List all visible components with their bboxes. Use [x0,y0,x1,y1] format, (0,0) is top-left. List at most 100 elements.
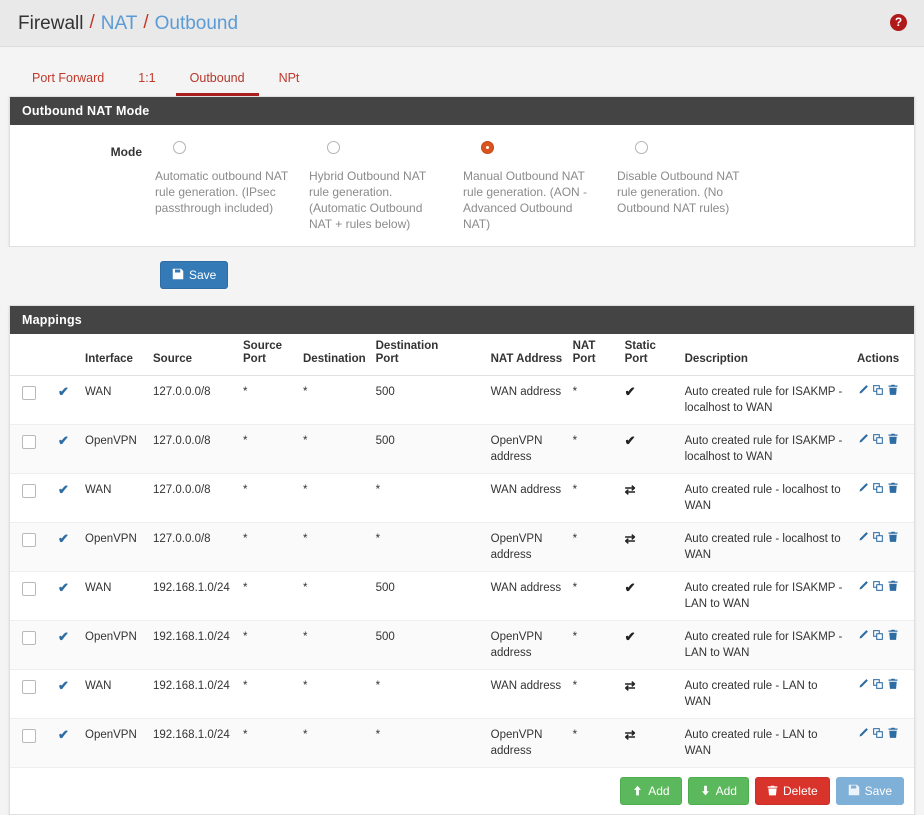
row-select-cell[interactable] [10,473,53,523]
table-row[interactable]: ✔ OpenVPN 192.168.1.0/24 * * 500 OpenVPN addre… [10,620,914,670]
row-select-cell[interactable] [10,620,53,670]
table-row[interactable]: ✔ OpenVPN 127.0.0.0/8 * * * OpenVPN address * ⇄ A… [10,522,914,572]
edit-pencil-icon[interactable] [857,384,869,396]
row-checkbox[interactable] [22,533,36,547]
cell-source: 127.0.0.0/8 [148,424,238,474]
row-enabled-cell[interactable]: ✔ [53,424,80,474]
row-checkbox[interactable] [22,582,36,596]
row-enabled-cell[interactable]: ✔ [53,375,80,425]
cell-nat-address: OpenVPN address [485,620,568,670]
edit-pencil-icon[interactable] [857,678,869,690]
table-row[interactable]: ✔ OpenVPN 127.0.0.0/8 * * 500 OpenVPN address *… [10,424,914,474]
rule-enabled-icon: ✔ [58,482,69,497]
help-circle-icon[interactable]: ? [890,14,907,31]
cell-actions [852,669,914,719]
table-row[interactable]: ✔ OpenVPN 192.168.1.0/24 * * * OpenVPN address… [10,718,914,768]
delete-rules-button[interactable]: Delete [754,777,830,805]
cell-interface: OpenVPN [80,718,148,768]
row-checkbox[interactable] [22,631,36,645]
trash-icon[interactable] [887,727,899,739]
row-enabled-cell[interactable]: ✔ [53,571,80,621]
edit-pencil-icon[interactable] [857,629,869,641]
add-rule-bottom-button[interactable]: Add [687,777,749,805]
row-select-cell[interactable] [10,522,53,572]
row-checkbox[interactable] [22,435,36,449]
copy-icon[interactable] [872,531,884,543]
copy-icon[interactable] [872,727,884,739]
table-row[interactable]: ✔ WAN 127.0.0.0/8 * * 500 WAN address * ✔ Auto cr… [10,375,914,425]
trash-icon[interactable] [887,482,899,494]
row-enabled-cell[interactable]: ✔ [53,669,80,719]
copy-icon[interactable] [872,580,884,592]
save-mappings-label: Save [864,784,892,798]
mappings-table-body: ✔ WAN 127.0.0.0/8 * * 500 WAN address * ✔ Auto cr… [10,375,914,768]
save-mappings-button[interactable]: Save [835,777,904,805]
copy-icon[interactable] [872,433,884,445]
row-enabled-cell[interactable]: ✔ [53,473,80,523]
tab-port-forward[interactable]: Port Forward [18,71,118,96]
table-row[interactable]: ✔ WAN 192.168.1.0/24 * * * WAN address * ⇄ Auto c… [10,669,914,719]
trash-icon[interactable] [887,580,899,592]
mode-option-automatic-desc: Automatic outbound NAT rule generation. … [155,169,288,215]
trash-icon[interactable] [887,531,899,543]
copy-icon[interactable] [872,678,884,690]
row-select-cell[interactable] [10,375,53,425]
cell-source: 127.0.0.0/8 [148,473,238,523]
row-enabled-cell[interactable]: ✔ [53,522,80,572]
radio-disable-outbound-nat[interactable] [635,141,648,154]
cell-destination: * [298,669,371,719]
copy-icon[interactable] [872,629,884,641]
trash-icon[interactable] [887,678,899,690]
breadcrumb-link-nat[interactable]: NAT [101,14,138,33]
rule-enabled-icon: ✔ [58,433,69,448]
outbound-nat-mode-body: Mode Automatic outbound NAT rule generat… [10,125,914,246]
radio-hybrid-outbound-nat[interactable] [327,141,340,154]
cell-source-port: * [238,718,298,768]
tab-npt[interactable]: NPt [265,71,314,96]
mode-options: Automatic outbound NAT rule generation. … [155,141,914,232]
row-select-cell[interactable] [10,669,53,719]
edit-pencil-icon[interactable] [857,482,869,494]
row-select-cell[interactable] [10,718,53,768]
row-checkbox[interactable] [22,386,36,400]
row-select-cell[interactable] [10,424,53,474]
breadcrumb-link-outbound[interactable]: Outbound [155,14,238,33]
radio-automatic-outbound-nat[interactable] [173,141,186,154]
row-enabled-cell[interactable]: ✔ [53,620,80,670]
copy-icon[interactable] [872,384,884,396]
cell-nat-port: * [567,669,620,719]
cell-static-port: ✔ [619,424,680,474]
row-checkbox[interactable] [22,484,36,498]
breadcrumb-separator-2: / [143,12,149,33]
breadcrumb-bar: Firewall / NAT / Outbound ? [0,0,924,47]
table-row[interactable]: ✔ WAN 192.168.1.0/24 * * 500 WAN address * ✔ Auto… [10,571,914,621]
trash-icon[interactable] [887,433,899,445]
cell-description: Auto created rule for ISAKMP - localhost… [679,375,852,425]
edit-pencil-icon[interactable] [857,433,869,445]
cell-source: 192.168.1.0/24 [148,669,238,719]
copy-icon[interactable] [872,482,884,494]
row-enabled-cell[interactable]: ✔ [53,718,80,768]
row-checkbox[interactable] [22,729,36,743]
cell-actions [852,522,914,572]
cell-destination-port: * [370,669,486,719]
add-rule-top-button[interactable]: Add [620,777,682,805]
tab-outbound[interactable]: Outbound [175,71,259,96]
radio-manual-outbound-nat[interactable] [481,141,494,154]
save-mode-button[interactable]: Save [160,261,229,289]
trash-icon[interactable] [887,384,899,396]
table-row[interactable]: ✔ WAN 127.0.0.0/8 * * * WAN address * ⇄ Auto crea… [10,473,914,523]
cell-destination-port: * [370,473,486,523]
mode-option-hybrid-desc: Hybrid Outbound NAT rule generation. (Au… [309,169,426,231]
cell-destination-port: 500 [370,375,486,425]
edit-pencil-icon[interactable] [857,727,869,739]
tab-one-to-one[interactable]: 1:1 [124,71,169,96]
row-select-cell[interactable] [10,571,53,621]
edit-pencil-icon[interactable] [857,531,869,543]
row-checkbox[interactable] [22,680,36,694]
mappings-table: Interface Source Source Port Destination… [10,334,914,768]
cell-destination: * [298,571,371,621]
edit-pencil-icon[interactable] [857,580,869,592]
cell-nat-address: OpenVPN address [485,522,568,572]
trash-icon[interactable] [887,629,899,641]
